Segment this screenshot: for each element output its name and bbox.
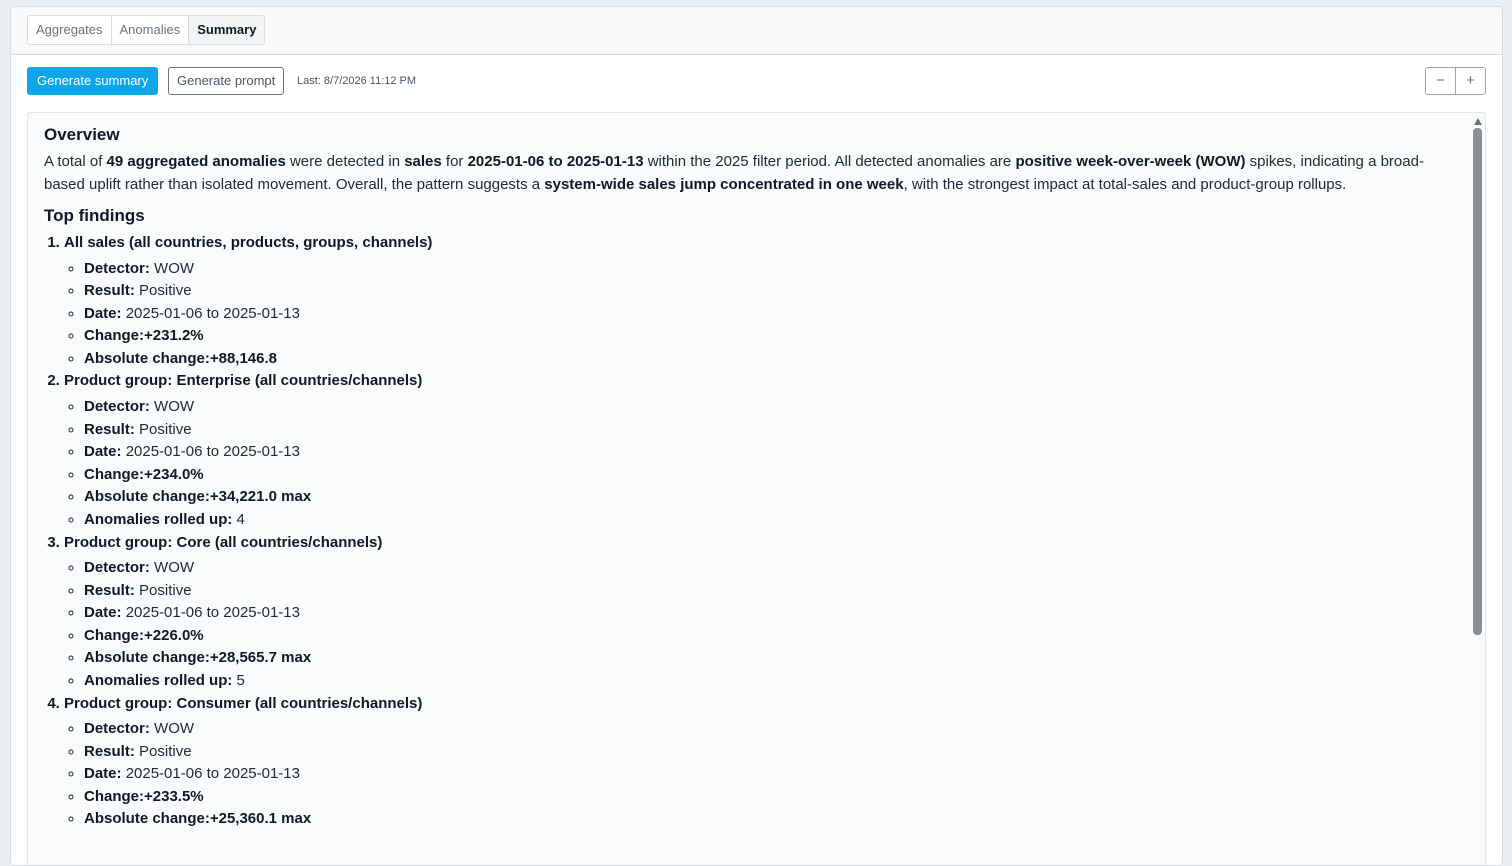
zoom-out-button[interactable]: − xyxy=(1426,68,1455,94)
overview-paragraph: A total of 49 aggregated anomalies were … xyxy=(44,153,1424,193)
overview-heading: Overview xyxy=(44,125,120,144)
finding-change: Change:+231.2% xyxy=(84,325,1459,348)
finding-detector: Detector: WOW xyxy=(84,396,1459,419)
finding-date: Date: 2025-01-06 to 2025-01-13 xyxy=(84,303,1459,326)
finding-item: Product group: Consumer (all countries/c… xyxy=(64,693,1459,831)
finding-detector: Detector: WOW xyxy=(84,258,1459,281)
scroll-up-arrow-icon[interactable] xyxy=(1473,118,1482,125)
tab-anomalies[interactable]: Anomalies xyxy=(112,16,190,44)
finding-title: Product group: Consumer (all countries/c… xyxy=(64,694,423,712)
finding-date: Date: 2025-01-06 to 2025-01-13 xyxy=(84,441,1459,464)
top-findings-heading: Top findings xyxy=(44,206,145,225)
findings-list: All sales (all countries, products, grou… xyxy=(44,232,1459,831)
finding-date: Date: 2025-01-06 to 2025-01-13 xyxy=(84,763,1459,786)
tabs-bar: Aggregates Anomalies Summary xyxy=(11,7,1502,55)
summary-content: Overview A total of 49 aggregated anomal… xyxy=(44,123,1459,831)
tab-aggregates[interactable]: Aggregates xyxy=(28,16,112,44)
finding-date: Date: 2025-01-06 to 2025-01-13 xyxy=(84,602,1459,625)
generate-prompt-button[interactable]: Generate prompt xyxy=(168,67,285,95)
generate-summary-button[interactable]: Generate summary xyxy=(27,67,159,95)
finding-change: Change:+226.0% xyxy=(84,625,1459,648)
last-generated-timestamp: Last: 8/7/2026 11:12 PM xyxy=(297,75,417,87)
finding-title: All sales (all countries, products, grou… xyxy=(64,234,433,251)
finding-absolute-change: Absolute change:+88,146.8 xyxy=(84,348,1459,371)
finding-absolute-change: Absolute change:+25,360.1 max xyxy=(84,808,1459,831)
finding-result: Result: Positive xyxy=(84,419,1459,442)
finding-details: Detector: WOW Result: Positive Date: 202… xyxy=(64,258,1459,371)
finding-detector: Detector: WOW xyxy=(84,718,1459,741)
summary-panel: Overview A total of 49 aggregated anomal… xyxy=(27,112,1486,865)
finding-change: Change:+233.5% xyxy=(84,786,1459,809)
finding-item: Product group: Enterprise (all countries… xyxy=(64,370,1459,531)
summary-window: Aggregates Anomalies Summary Generate su… xyxy=(10,6,1503,866)
finding-rolled-up: Anomalies rolled up: 5 xyxy=(84,670,1459,693)
finding-title: Product group: Core (all countries/chann… xyxy=(64,533,383,551)
finding-result: Result: Positive xyxy=(84,741,1459,764)
tab-group: Aggregates Anomalies Summary xyxy=(27,15,266,45)
scrollbar-thumb[interactable] xyxy=(1473,128,1482,635)
finding-rolled-up: Anomalies rolled up: 4 xyxy=(84,509,1459,532)
summary-scrollbar[interactable] xyxy=(1473,115,1482,865)
zoom-controls: − + xyxy=(1425,67,1486,95)
finding-result: Result: Positive xyxy=(84,580,1459,603)
finding-absolute-change: Absolute change:+28,565.7 max xyxy=(84,647,1459,670)
finding-detector: Detector: WOW xyxy=(84,557,1459,580)
finding-change: Change:+234.0% xyxy=(84,464,1459,487)
finding-absolute-change: Absolute change:+34,221.0 max xyxy=(84,486,1459,509)
finding-details: Detector: WOW Result: Positive Date: 202… xyxy=(64,396,1459,532)
finding-details: Detector: WOW Result: Positive Date: 202… xyxy=(64,718,1459,831)
finding-item: All sales (all countries, products, grou… xyxy=(64,232,1459,370)
finding-details: Detector: WOW Result: Positive Date: 202… xyxy=(64,557,1459,693)
tab-summary[interactable]: Summary xyxy=(189,16,265,44)
summary-toolbar: Generate summary Generate prompt Last: 8… xyxy=(27,67,1486,95)
finding-title: Product group: Enterprise (all countries… xyxy=(64,372,423,390)
finding-result: Result: Positive xyxy=(84,280,1459,303)
finding-item: Product group: Core (all countries/chann… xyxy=(64,532,1459,693)
zoom-in-button[interactable]: + xyxy=(1455,68,1485,94)
